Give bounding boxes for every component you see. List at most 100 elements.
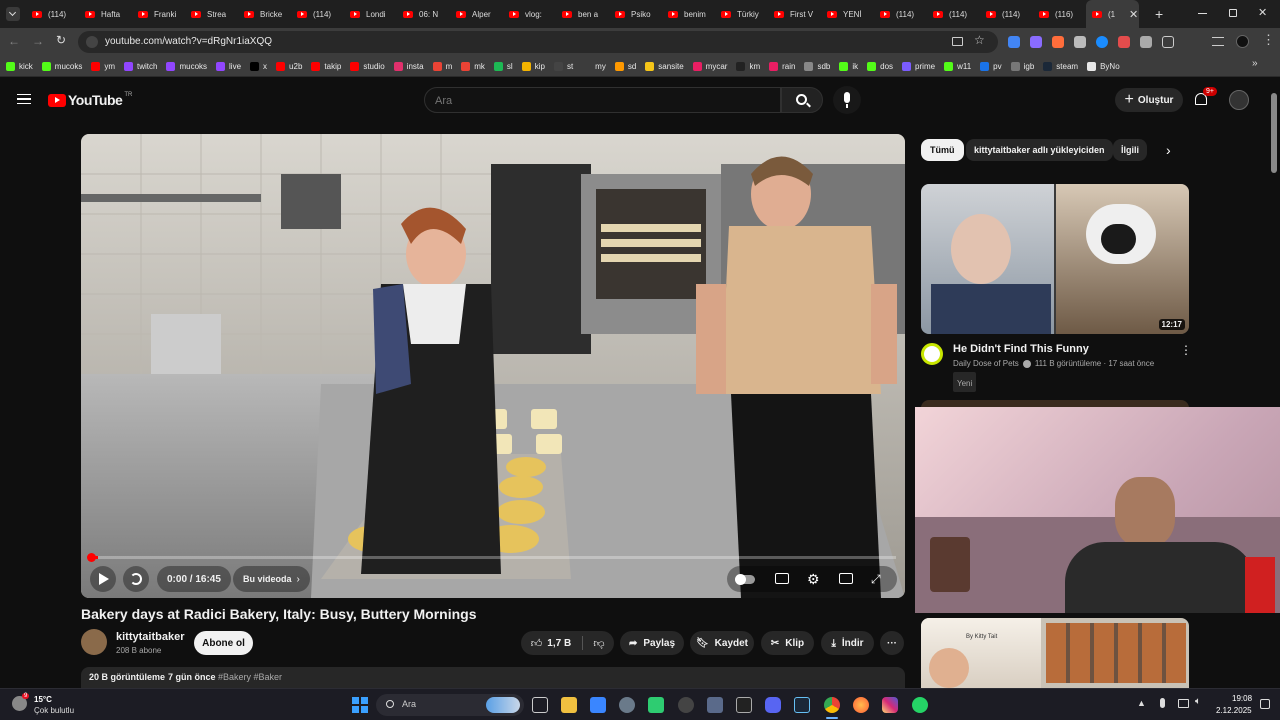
reading-list-icon[interactable] (1212, 37, 1224, 46)
app-icon[interactable] (707, 697, 723, 713)
browser-tab[interactable]: (114) (874, 0, 927, 28)
back-button[interactable]: ← (8, 34, 20, 48)
bookmark-item[interactable]: prime (902, 61, 935, 71)
whatsapp-icon[interactable] (912, 697, 928, 713)
discord-icon[interactable] (765, 697, 781, 713)
browser-tab[interactable]: Bricke (238, 0, 291, 28)
browser-tab[interactable]: First V (768, 0, 821, 28)
chapter-button[interactable]: Bu videoda › (233, 566, 310, 592)
bookmark-item[interactable]: dos (867, 61, 893, 71)
bookmark-item[interactable]: w11 (944, 61, 971, 71)
clock-date[interactable]: 2.12.2025 (1216, 706, 1252, 715)
chrome-icon[interactable] (824, 697, 840, 713)
chips-next-button[interactable]: › (1166, 142, 1171, 158)
bookmark-item[interactable]: live (216, 61, 241, 71)
tab-search-button[interactable] (0, 0, 26, 28)
notifications-button[interactable]: 9+ (1193, 87, 1217, 109)
settings-gear-icon[interactable] (619, 697, 635, 713)
extension-icon[interactable] (1074, 36, 1086, 48)
store-icon[interactable] (590, 697, 606, 713)
subscribe-button[interactable]: Abone ol (194, 631, 253, 655)
channel-avatar[interactable] (81, 629, 107, 655)
bookmarks-overflow-icon[interactable]: » (1252, 58, 1258, 69)
bookmark-item[interactable]: mucoks (41, 61, 82, 71)
bookmark-item[interactable]: studio (350, 61, 385, 71)
related-channel-name[interactable]: Daily Dose of Pets (953, 359, 1019, 368)
taskbar-search[interactable]: Ara (376, 694, 524, 716)
browser-tab[interactable]: Strea (185, 0, 238, 28)
restore-button[interactable] (1229, 9, 1237, 17)
star-icon[interactable]: ☆ (974, 33, 985, 47)
firefox-icon[interactable] (853, 697, 869, 713)
omnibox[interactable]: youtube.com/watch?v=dRgNr1iaXQQ ☆ (78, 31, 998, 53)
bookmark-item[interactable]: takip (311, 61, 341, 71)
extension-icon[interactable] (1052, 36, 1064, 48)
bookmark-item[interactable]: mycar (692, 61, 727, 71)
related-title[interactable]: He Didn't Find This Funny (953, 343, 1089, 355)
bookmark-item[interactable]: ym (91, 61, 115, 71)
microphone-icon[interactable] (1160, 698, 1165, 708)
browser-tab[interactable]: Hafta (79, 0, 132, 28)
save-button[interactable]: 🔖︎ Kaydet (690, 631, 754, 655)
bookmark-item[interactable]: igb (1010, 61, 1034, 71)
bookmark-item[interactable]: st (553, 61, 573, 71)
voice-search-button[interactable] (833, 86, 861, 114)
bookmark-item[interactable]: kip (521, 61, 545, 71)
bookmark-item[interactable]: pv (980, 61, 1002, 71)
bookmark-item[interactable]: my (582, 61, 606, 71)
volume-icon[interactable]: 🔈︎ (1195, 696, 1201, 707)
extension-icon[interactable] (1096, 36, 1108, 48)
search-input[interactable] (435, 93, 765, 108)
close-window-button[interactable]: ✕ (1258, 6, 1267, 19)
bookmark-item[interactable]: mk (461, 61, 485, 71)
browser-tab[interactable]: Londi (344, 0, 397, 28)
bookmark-item[interactable]: ik (839, 61, 858, 71)
search-box[interactable] (424, 87, 781, 113)
puzzle-icon[interactable] (1162, 36, 1174, 48)
related-channel-avatar[interactable] (921, 343, 943, 365)
bookmark-item[interactable]: km (736, 61, 760, 71)
fullscreen-icon[interactable]: ⤢ (871, 572, 881, 587)
miniplayer-icon[interactable] (839, 573, 853, 584)
youtube-logo[interactable]: YouTube TR (48, 92, 132, 108)
dislike-button[interactable]: 👎︎ (585, 631, 613, 655)
chip-all[interactable]: Tümü (921, 139, 964, 161)
browser-tab[interactable]: (116) (1033, 0, 1086, 28)
account-avatar[interactable] (1229, 90, 1249, 110)
browser-tab[interactable]: Franki (132, 0, 185, 28)
bookmark-item[interactable]: rain (769, 61, 795, 71)
browser-tab[interactable]: ben a (556, 0, 609, 28)
site-info-icon[interactable] (86, 36, 98, 48)
hamburger-menu-icon[interactable] (17, 94, 31, 104)
page-scrollbar[interactable] (1271, 93, 1277, 173)
description-box[interactable]: 20 B görüntüleme 7 gün önce #Bakery #Bak… (81, 667, 905, 688)
close-tab-icon[interactable]: ✕ (1129, 8, 1141, 21)
progress-scrubber[interactable] (87, 553, 96, 562)
instagram-icon[interactable] (882, 697, 898, 713)
bookmark-item[interactable]: sansite (645, 61, 684, 71)
start-button[interactable] (352, 697, 368, 713)
autoplay-toggle[interactable] (735, 574, 755, 585)
bookmark-item[interactable]: sl (493, 61, 513, 71)
bookmark-item[interactable]: kick (6, 61, 33, 71)
browser-tab[interactable]: Türkiy (715, 0, 768, 28)
extension-icon[interactable] (1008, 36, 1020, 48)
extension-icon[interactable] (1140, 36, 1152, 48)
profile-icon[interactable] (1236, 35, 1249, 48)
play-button[interactable] (90, 566, 116, 592)
video-player[interactable]: 0:00 / 16:45 Bu videoda › ⚙ ⤢ (81, 134, 905, 598)
reload-button[interactable]: ↻ (56, 33, 66, 47)
network-icon[interactable] (1178, 699, 1189, 708)
bookmark-item[interactable]: sdb (804, 61, 830, 71)
menu-kebab-icon[interactable]: ⋮ (1262, 32, 1275, 48)
browser-tab[interactable]: YENİ (821, 0, 874, 28)
related-more-icon[interactable]: ⋮ (1180, 343, 1192, 357)
create-button[interactable]: + Oluştur (1115, 88, 1183, 112)
chip-related[interactable]: İlgili (1113, 139, 1147, 161)
headset-icon[interactable] (648, 697, 664, 713)
browser-tab[interactable]: (114) (26, 0, 79, 28)
browser-tab[interactable]: 06: N (397, 0, 450, 28)
notification-center-icon[interactable] (1260, 699, 1270, 709)
browser-tab[interactable]: Psiko (609, 0, 662, 28)
bookmark-item[interactable]: u2b (276, 61, 302, 71)
